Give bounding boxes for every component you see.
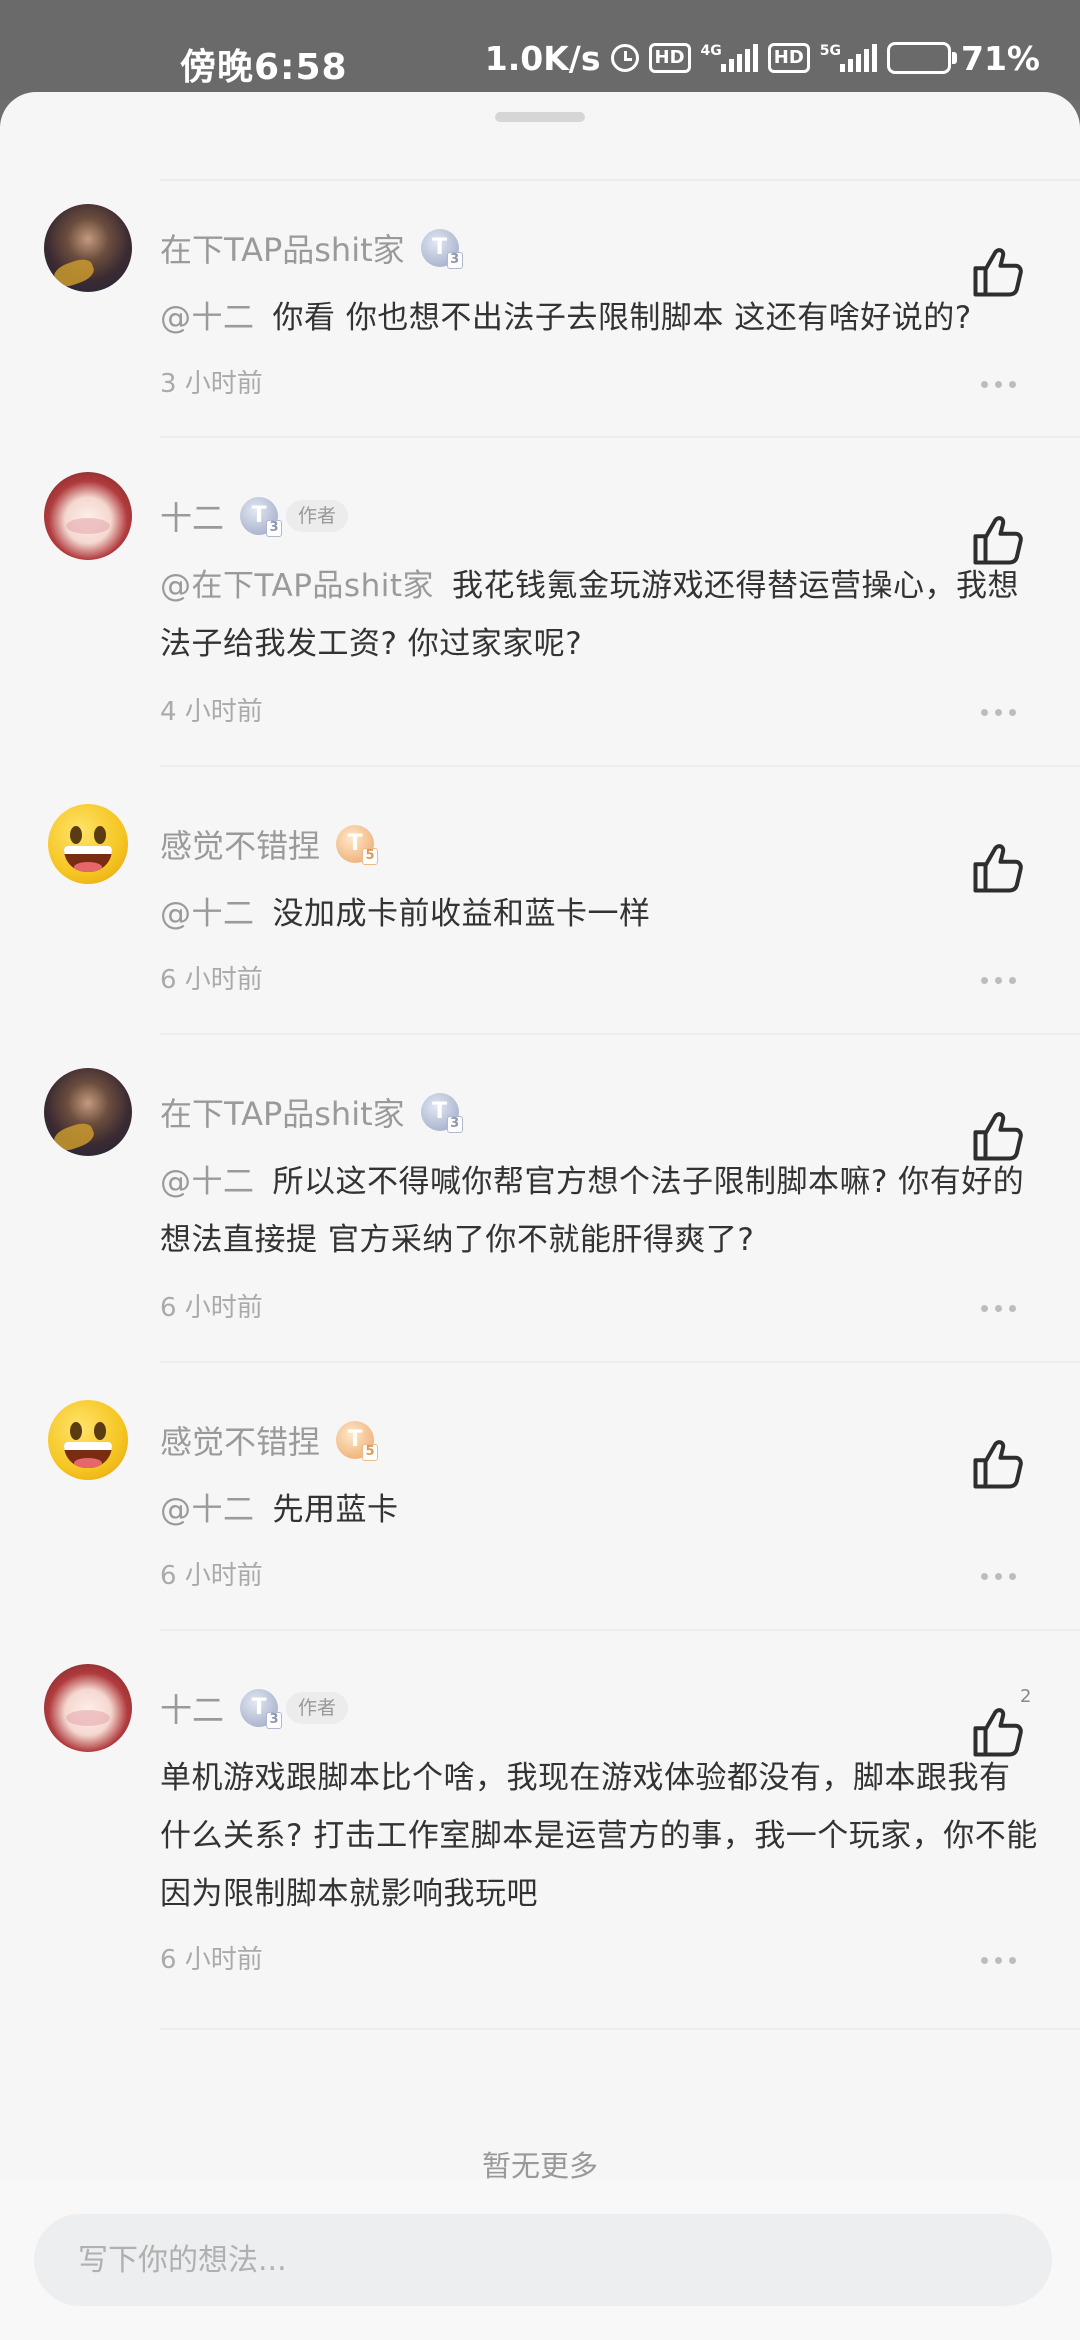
no-more-label: 暂无更多 xyxy=(481,2149,598,2183)
comment-text: @十二 没加成卡前收益和蓝卡一样 xyxy=(160,896,651,932)
level-badge: T3 xyxy=(420,229,463,269)
like-count: 2 xyxy=(1020,1686,1032,1707)
hd-badge-2: HD xyxy=(767,43,810,73)
divider xyxy=(160,179,1080,181)
comment-meta: 4 小时前 xyxy=(160,692,1016,732)
avatar[interactable] xyxy=(44,1068,132,1156)
net-type-2: 5G xyxy=(819,43,841,59)
divider xyxy=(160,436,1080,438)
comment-header: 十二 T3 作者 xyxy=(160,1678,349,1738)
author-tag: 作者 xyxy=(286,500,349,532)
status-time: 傍晚6:58 xyxy=(180,47,348,88)
more-icon[interactable] xyxy=(976,968,1016,992)
comment-text: @十二 所以这不得喊你帮官方想个法子限制脚本嘛? 你有好的想法直接提 官方采纳了你… xyxy=(160,1164,1025,1258)
alarm-icon xyxy=(610,44,639,72)
timestamp: 6 小时前 xyxy=(160,1561,263,1591)
user-name[interactable]: 在下TAP品shit家 xyxy=(160,1089,405,1135)
mention[interactable]: @十二 xyxy=(160,896,255,932)
comment-header: 感觉不错捏 T5 xyxy=(160,814,379,874)
comment-meta: 6 小时前 xyxy=(160,1288,1016,1328)
comment-meta: 6 小时前 xyxy=(160,1940,1016,1980)
avatar[interactable] xyxy=(44,1396,132,1484)
divider xyxy=(160,1361,1080,1363)
more-icon[interactable] xyxy=(976,1564,1016,1588)
comment-header: 在下TAP品shit家 T3 xyxy=(160,218,463,278)
timestamp: 6 小时前 xyxy=(160,1945,263,1975)
net-type-1: 4G xyxy=(700,43,722,59)
divider xyxy=(160,765,1080,767)
user-name[interactable]: 在下TAP品shit家 xyxy=(160,225,405,271)
comment-meta: 6 小时前 xyxy=(160,960,1016,1000)
status-icons: 1.0K/s HD 4G HD 5G 71% xyxy=(485,36,1040,80)
user-name[interactable]: 感觉不错捏 xyxy=(160,1417,320,1463)
comment-header: 十二 T3 作者 xyxy=(160,486,349,546)
timestamp: 3 小时前 xyxy=(160,369,263,399)
comment-text: @十二 你看 你也想不出法子去限制脚本 这还有啥好说的? xyxy=(160,300,972,336)
comment-input[interactable] xyxy=(34,2214,1052,2306)
timestamp: 6 小时前 xyxy=(160,965,263,995)
laughing-emoji-icon xyxy=(48,804,128,884)
comment-sheet: 在下TAP品shit家 T3 @十二 你看 你也想不出法子去限制脚本 这还有啥好说… xyxy=(0,92,1080,2340)
mention[interactable]: @十二 xyxy=(160,1492,255,1528)
comment-text: @十二 先用蓝卡 xyxy=(160,1492,399,1528)
battery-percent: 71% xyxy=(961,38,1040,78)
user-name[interactable]: 感觉不错捏 xyxy=(160,821,320,867)
level-badge: T5 xyxy=(336,825,379,865)
user-name[interactable]: 十二 xyxy=(160,1685,224,1731)
more-icon[interactable] xyxy=(976,1948,1016,1972)
battery-icon xyxy=(887,42,957,74)
avatar[interactable] xyxy=(44,472,132,560)
more-icon[interactable] xyxy=(976,1296,1016,1320)
timestamp: 6 小时前 xyxy=(160,1293,263,1323)
user-name[interactable]: 十二 xyxy=(160,493,224,539)
divider xyxy=(160,2028,1080,2030)
net-speed: 1.0K/s xyxy=(484,38,601,78)
divider xyxy=(160,1629,1080,1631)
comment-text: 单机游戏跟脚本比个啥，我现在游戏体验都没有，脚本跟我有什么关系? 打击工作室脚本… xyxy=(160,1760,1038,1912)
author-tag: 作者 xyxy=(286,1692,349,1724)
mention[interactable]: @十二 xyxy=(160,300,255,336)
avatar[interactable] xyxy=(44,800,132,888)
signal-icon-2: 5G xyxy=(820,44,877,72)
divider xyxy=(160,1033,1080,1035)
level-badge: T5 xyxy=(336,1421,379,1461)
comment-meta: 6 小时前 xyxy=(160,1556,1016,1596)
comment-meta: 3 小时前 xyxy=(160,364,1016,404)
drag-handle[interactable] xyxy=(495,112,585,122)
timestamp: 4 小时前 xyxy=(160,697,263,727)
level-badge: T3 xyxy=(420,1093,463,1133)
more-icon[interactable] xyxy=(976,700,1016,724)
level-badge: T3 xyxy=(240,1689,283,1729)
avatar[interactable] xyxy=(44,204,132,292)
comment-header: 在下TAP品shit家 T3 xyxy=(160,1082,463,1142)
mention[interactable]: @在下TAP品shit家 xyxy=(160,568,434,604)
avatar[interactable] xyxy=(44,1664,132,1752)
comment-header: 感觉不错捏 T5 xyxy=(160,1410,379,1470)
signal-icon-1: 4G xyxy=(701,44,758,72)
laughing-emoji-icon xyxy=(48,1400,128,1480)
hd-badge-1: HD xyxy=(648,43,691,73)
comment-text: @在下TAP品shit家 我花钱氪金玩游戏还得替运营操心，我想法子给我发工资? 你… xyxy=(160,568,1019,662)
level-badge: T3 xyxy=(240,497,283,537)
mention[interactable]: @十二 xyxy=(160,1164,255,1200)
more-icon[interactable] xyxy=(976,372,1016,396)
status-bar: 傍晚6:58 1.0K/s HD 4G HD 5G 71% xyxy=(0,0,1080,100)
